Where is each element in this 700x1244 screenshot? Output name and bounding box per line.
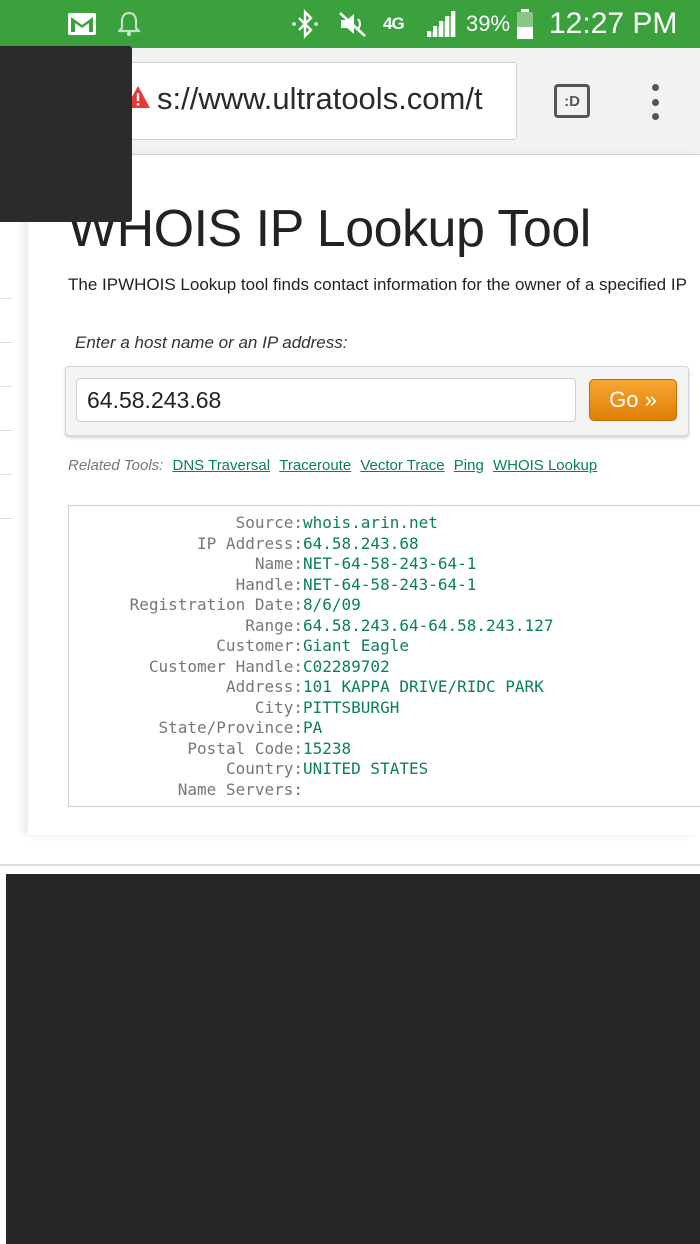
page-content: WHOIS IP Lookup Tool The IPWHOIS Lookup … (28, 155, 700, 835)
result-value: 8/6/09 (303, 595, 361, 614)
result-row: Range: 64.58.243.64-64.58.243.127 (69, 616, 700, 636)
divider (0, 518, 12, 519)
result-key: Customer Handle: (148, 656, 303, 676)
divider (0, 474, 12, 475)
network-type: 4G (383, 14, 405, 33)
result-value: NET-64-58-243-64-1 (303, 574, 477, 594)
result-row: Name: NET-64-58-243-64-1 (69, 554, 700, 574)
related-tools-label: Related Tools: (68, 457, 164, 474)
lookup-form: Go » (65, 366, 689, 436)
result-key: Registration Date: (129, 595, 303, 614)
result-key: Customer: (216, 636, 303, 655)
signal-icon (424, 0, 458, 48)
mute-icon (338, 0, 368, 48)
result-key: State/Province: (158, 718, 304, 737)
page-title: WHOIS IP Lookup Tool (68, 200, 591, 258)
result-key: Address: (225, 677, 303, 696)
result-row: Source: whois.arin.net (69, 513, 700, 533)
result-value: PA (303, 718, 323, 737)
result-row: Country: UNITED STATES (69, 759, 700, 779)
result-key: Name Servers: (177, 779, 303, 799)
related-tools: Related Tools: DNS Traversal Traceroute … (68, 457, 597, 474)
result-key: Name: (254, 554, 303, 573)
tab-switcher-button[interactable]: :D (554, 84, 590, 118)
divider (0, 386, 12, 387)
result-row: State/Province: PA (69, 718, 700, 738)
more-menu-icon[interactable] (644, 84, 666, 120)
link-ping[interactable]: Ping (454, 457, 484, 474)
redacted-overlay (6, 874, 700, 1244)
whois-result: Source: whois.arin.net IP Address: 64.58.2… (68, 505, 700, 807)
divider (0, 342, 12, 343)
result-value: 64.58.243.68 (303, 533, 419, 553)
section-divider (0, 864, 700, 866)
bell-icon (118, 0, 140, 48)
result-value: C02289702 (303, 656, 390, 676)
result-value: UNITED STATES (303, 759, 429, 778)
result-row: Handle: NET-64-58-243-64-1 (69, 575, 700, 595)
battery-percent: 39% (466, 11, 511, 36)
result-key: Postal Code: (187, 738, 303, 758)
result-value: PITTSBURGH (303, 697, 400, 717)
result-key: Range: (245, 615, 303, 635)
link-vector-trace[interactable]: Vector Trace (360, 457, 444, 474)
result-row: City: PITTSBURGH (69, 698, 700, 718)
status-bar: 4G 39% 12:27 PM (0, 0, 700, 48)
result-value: Giant Eagle (303, 636, 409, 655)
bluetooth-icon (290, 0, 320, 48)
result-row: Postal Code: 15238 (69, 739, 700, 759)
result-value: NET-64-58-243-64-1 (303, 554, 477, 573)
go-button[interactable]: Go » (589, 379, 677, 421)
result-row: Customer Handle: C02289702 (69, 657, 700, 677)
result-row: Address: 101 KAPPA DRIVE/RIDC PARK (69, 677, 700, 697)
gmail-icon (68, 0, 96, 48)
host-input-label: Enter a host name or an IP address: (75, 333, 348, 352)
result-key: Country: (225, 759, 303, 778)
result-row: Customer: Giant Eagle (69, 636, 700, 656)
link-traceroute[interactable]: Traceroute (279, 457, 351, 474)
result-value: 15238 (303, 738, 352, 758)
divider (0, 430, 12, 431)
divider (0, 298, 12, 299)
result-key: Source: (235, 513, 303, 532)
link-whois-lookup[interactable]: WHOIS Lookup (493, 457, 597, 474)
host-input[interactable] (76, 378, 576, 422)
result-key: Handle: (235, 574, 303, 594)
battery-icon (516, 0, 534, 48)
url-bar[interactable]: s://www.ultratools.com/t (110, 62, 517, 140)
result-value: whois.arin.net (303, 513, 438, 532)
redacted-overlay (0, 46, 132, 222)
result-key: IP Address: (197, 533, 303, 553)
result-row: Name Servers: (69, 780, 700, 800)
result-value: 101 KAPPA DRIVE/RIDC PARK (303, 677, 544, 696)
clock: 12:27 PM (549, 7, 678, 40)
result-row: IP Address: 64.58.243.68 (69, 534, 700, 554)
page-description: The IPWHOIS Lookup tool finds contact in… (68, 275, 687, 294)
url-text: s://www.ultratools.com/t (157, 81, 483, 116)
result-key: City: (254, 697, 303, 717)
result-value: 64.58.243.64-64.58.243.127 (303, 615, 554, 635)
result-row: Registration Date: 8/6/09 (69, 595, 700, 615)
link-dns-traversal[interactable]: DNS Traversal (173, 457, 271, 474)
